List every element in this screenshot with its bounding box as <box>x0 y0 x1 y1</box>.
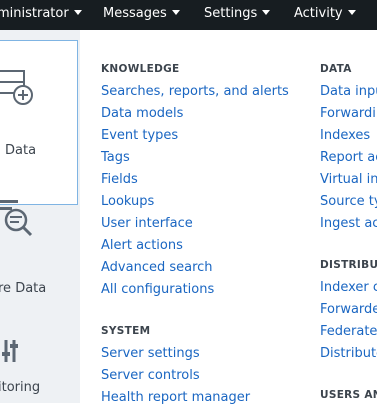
settings-dropdown: KNOWLEDGE Searches, reports, and alerts … <box>80 30 377 405</box>
link-virtual-indexes[interactable]: Virtual in <box>320 172 377 187</box>
nav-activity-menu[interactable]: Activity <box>294 0 356 30</box>
nav-messages-menu[interactable]: Messages <box>103 0 180 30</box>
nav-activity-label: Activity <box>294 6 343 21</box>
link-ingest-actions[interactable]: Ingest ac <box>320 216 377 231</box>
add-data-label: Data <box>5 143 37 158</box>
chevron-down-icon <box>347 10 356 15</box>
left-panel: Data re Data itoring <box>0 30 80 403</box>
nav-administrator-menu[interactable]: ministrator <box>0 0 82 30</box>
link-lookups[interactable]: Lookups <box>101 194 154 209</box>
link-source-types[interactable]: Source ty <box>320 194 377 209</box>
nav-messages-label: Messages <box>103 6 167 21</box>
monitoring-label: itoring <box>0 380 41 395</box>
explore-data-icon <box>0 200 33 237</box>
link-server-controls[interactable]: Server controls <box>101 368 200 383</box>
link-fields[interactable]: Fields <box>101 172 138 187</box>
add-data-icon <box>0 70 33 105</box>
link-forwarder-management[interactable]: Forwarde <box>320 302 377 317</box>
link-alert-actions[interactable]: Alert actions <box>101 238 183 253</box>
data-section-title: DATA <box>320 63 352 75</box>
chevron-down-icon <box>73 10 82 15</box>
link-indexer-clustering[interactable]: Indexer c <box>320 280 377 295</box>
link-indexes[interactable]: Indexes <box>320 128 370 143</box>
right-column-clipped: DATA Data inpu Forwardir Indexes Report … <box>320 30 377 403</box>
link-all-configurations[interactable]: All configurations <box>101 282 214 297</box>
chevron-down-icon <box>262 10 271 15</box>
link-searches-reports-alerts[interactable]: Searches, reports, and alerts <box>101 84 289 99</box>
chevron-down-icon <box>171 10 180 15</box>
explore-data-label: re Data <box>0 281 47 296</box>
link-forwarding[interactable]: Forwardir <box>320 106 377 121</box>
link-federated-search[interactable]: Federate <box>320 324 377 339</box>
top-nav-bar: ministrator Messages Settings Activity <box>0 0 377 30</box>
users-section-title: USERS AN <box>320 389 377 401</box>
link-advanced-search[interactable]: Advanced search <box>101 260 213 275</box>
link-data-models[interactable]: Data models <box>101 106 183 121</box>
link-user-interface[interactable]: User interface <box>101 216 193 231</box>
nav-administrator-label: ministrator <box>0 6 69 21</box>
system-section-title: SYSTEM <box>101 325 151 337</box>
distributed-section-title: DISTRIBUT <box>320 259 377 271</box>
link-report-acceleration[interactable]: Report ac <box>320 150 377 165</box>
knowledge-section-title: KNOWLEDGE <box>101 63 180 75</box>
link-tags[interactable]: Tags <box>101 150 130 165</box>
nav-settings-menu[interactable]: Settings <box>204 0 271 30</box>
add-data-tile[interactable]: Data <box>0 40 78 205</box>
nav-settings-label: Settings <box>204 6 258 21</box>
link-distributed-search[interactable]: Distribute <box>320 346 377 361</box>
monitoring-icon <box>2 340 18 362</box>
link-event-types[interactable]: Event types <box>101 128 178 143</box>
link-server-settings[interactable]: Server settings <box>101 346 200 361</box>
link-data-inputs[interactable]: Data inpu <box>320 84 377 99</box>
